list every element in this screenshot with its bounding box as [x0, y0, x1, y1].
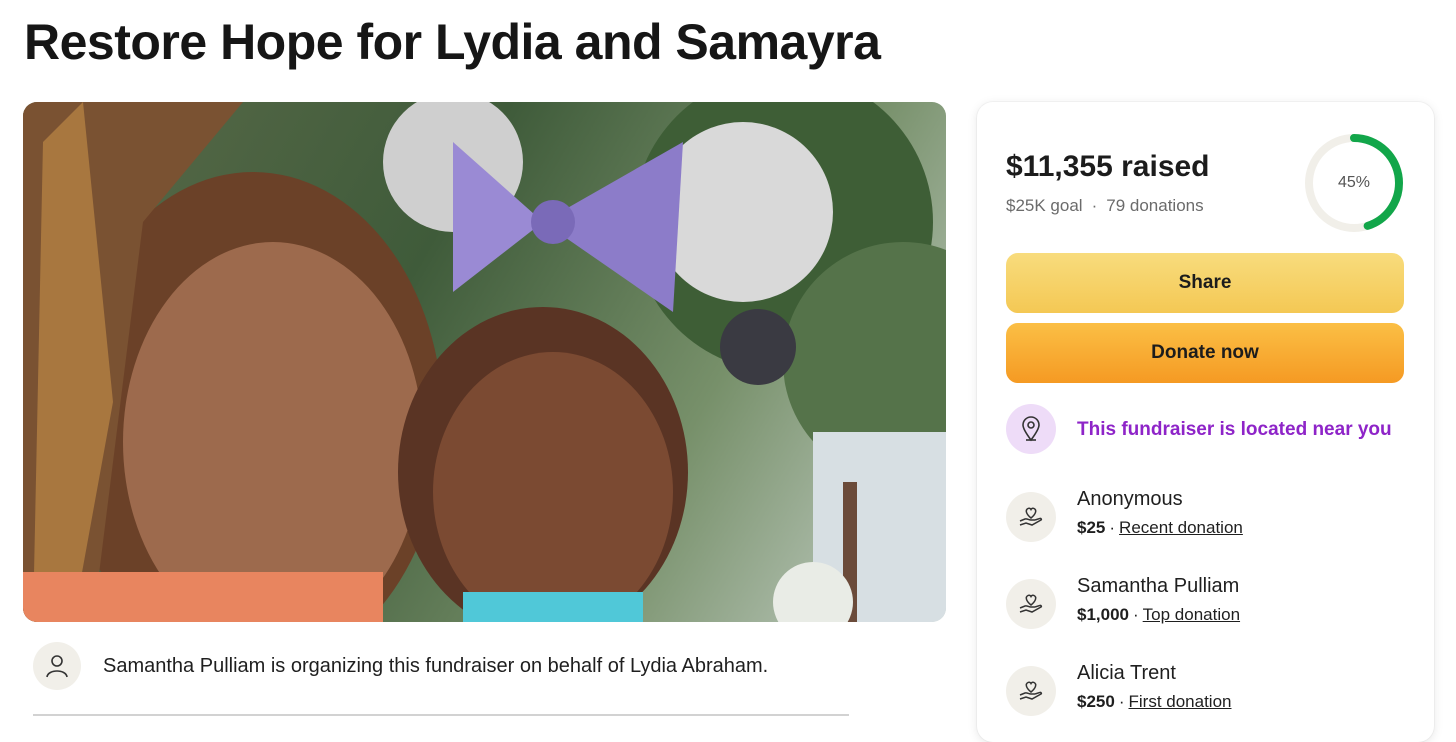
share-button[interactable]: Share	[1006, 253, 1404, 313]
page-title: Restore Hope for Lydia and Samayra	[24, 14, 881, 70]
donation-item: Anonymous $25 · Recent donation	[1006, 488, 1406, 548]
heart-hand-icon	[1006, 579, 1056, 629]
heart-hand-icon	[1006, 666, 1056, 716]
donation-amount: $1,000	[1077, 605, 1129, 624]
donation-amount: $25	[1077, 518, 1106, 537]
donation-item: Alicia Trent $250 · First donation	[1006, 662, 1406, 722]
donation-amount: $250	[1077, 692, 1115, 711]
donation-card: $11,355 raised $25K goal · 79 donations 45…	[977, 102, 1434, 742]
donation-tag-link[interactable]: Top donation	[1143, 605, 1240, 624]
donate-now-button[interactable]: Donate now	[1006, 323, 1404, 383]
donation-separator: ·	[1118, 692, 1125, 711]
organizer-row: Samantha Pulliam is organizing this fund…	[33, 642, 849, 716]
donation-detail: $1,000 · Top donation	[1077, 605, 1240, 625]
donation-separator: ·	[1133, 605, 1139, 624]
donation-separator: ·	[1109, 518, 1116, 537]
location-pin-icon	[1006, 404, 1056, 454]
heart-hand-icon	[1006, 492, 1056, 542]
donation-detail: $25 · Recent donation	[1077, 518, 1243, 538]
organizer-text: Samantha Pulliam is organizing this fund…	[103, 655, 769, 677]
location-notice[interactable]: This fundraiser is located near you	[1006, 404, 1416, 456]
goal-amount: $25K goal	[1006, 196, 1083, 215]
donation-tag-link[interactable]: Recent donation	[1119, 518, 1243, 537]
donation-count: 79 donations	[1106, 196, 1204, 215]
goal-summary: $25K goal · 79 donations	[1006, 196, 1204, 216]
goal-separator: ·	[1091, 196, 1098, 215]
donor-name: Alicia Trent	[1077, 662, 1176, 684]
progress-percent: 45%	[1337, 174, 1371, 191]
donation-detail: $250 · First donation	[1077, 692, 1232, 712]
donation-tag-link[interactable]: First donation	[1129, 692, 1232, 711]
location-notice-text: This fundraiser is located near you	[1077, 419, 1392, 440]
donation-item: Samantha Pulliam $1,000 · Top donation	[1006, 575, 1406, 635]
photo-illustration	[23, 102, 946, 622]
amount-raised: $11,355 raised	[1006, 150, 1210, 183]
donor-name: Anonymous	[1077, 488, 1183, 510]
fundraiser-photo	[23, 102, 946, 622]
donor-name: Samantha Pulliam	[1077, 575, 1240, 597]
person-icon	[33, 642, 81, 690]
